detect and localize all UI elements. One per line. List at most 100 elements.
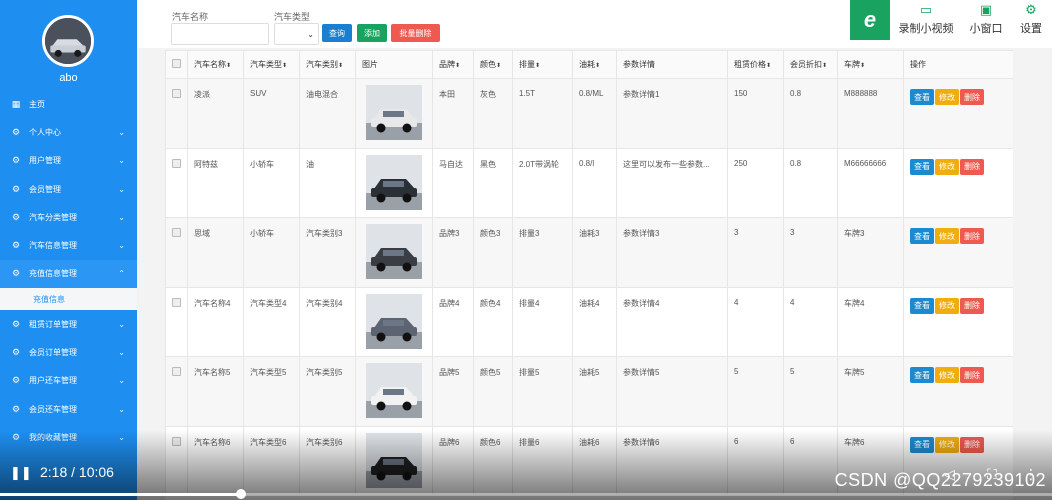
sidebar-item[interactable]: ⚙ 用户还车管理 ⌄: [0, 367, 137, 395]
add-button[interactable]: 添加: [357, 24, 387, 42]
sidebar-item[interactable]: ⚙ 个人中心 ⌄: [0, 118, 137, 146]
row-checkbox[interactable]: [172, 89, 181, 98]
sort-icon[interactable]: ⬍: [766, 63, 771, 69]
column-header: 汽车类型⬍: [243, 50, 300, 79]
sidebar-item[interactable]: ⚙ 会员还车管理 ⌄: [0, 395, 137, 423]
query-button[interactable]: 查询: [322, 24, 352, 42]
mini-window-button[interactable]: ▣ 小窗口: [962, 0, 1010, 40]
edit-button[interactable]: 修改: [935, 228, 959, 244]
column-header-label: 颜色: [480, 60, 496, 69]
batch-delete-button[interactable]: 批量删除: [391, 24, 440, 42]
avatar[interactable]: [42, 15, 94, 67]
sidebar-item[interactable]: ⚙ 租赁订单管理 ⌄: [0, 310, 137, 338]
row-checkbox[interactable]: [172, 158, 181, 168]
mini-window-label: 小窗口: [969, 23, 1003, 35]
settings-icon: ⚙: [11, 240, 21, 251]
view-button[interactable]: 查看: [910, 158, 934, 175]
view-button[interactable]: 查看: [910, 228, 934, 244]
sidebar-item[interactable]: ⚙ 汽车分类管理 ⌄: [0, 203, 137, 231]
edit-button[interactable]: 修改: [935, 367, 959, 383]
column-header: 车牌⬍: [837, 50, 904, 79]
record-video-button[interactable]: ▭ 录制小视频: [890, 0, 962, 40]
chevron-icon: ⌄: [118, 404, 125, 414]
sort-icon[interactable]: ⬍: [860, 63, 865, 69]
gear-icon: ⚙: [1025, 2, 1037, 17]
column-header-label: 汽车名称: [194, 60, 226, 69]
cell-price: 5: [727, 356, 784, 427]
delete-button[interactable]: 删除: [960, 228, 984, 244]
video-progress-handle[interactable]: [235, 489, 246, 499]
watermark: CSDN @QQ2279239102: [834, 470, 1046, 490]
view-button[interactable]: 查看: [910, 367, 934, 383]
chevron-icon: ⌄: [118, 184, 125, 194]
pause-icon[interactable]: ❚❚: [10, 465, 32, 481]
delete-button[interactable]: 删除: [960, 367, 984, 383]
calendar-icon: ▣: [979, 2, 993, 17]
chevron-icon: ⌃: [118, 269, 125, 279]
sort-icon[interactable]: ⬍: [226, 63, 231, 69]
car-thumbnail[interactable]: [366, 363, 422, 418]
sort-icon[interactable]: ⬍: [496, 63, 501, 69]
home-icon: ▦: [11, 98, 21, 109]
sort-icon[interactable]: ⬍: [455, 63, 460, 69]
column-header-label: 图片: [362, 60, 378, 69]
cell-category: 汽车类别4: [299, 286, 356, 357]
sidebar-item[interactable]: ▦ 主页: [0, 90, 137, 118]
row-checkbox-cell: [165, 356, 188, 427]
video-progress-fill: [0, 493, 241, 496]
username: abo: [59, 72, 78, 84]
sort-icon[interactable]: ⬍: [282, 63, 287, 69]
row-checkbox[interactable]: [172, 367, 181, 376]
select-all-checkbox[interactable]: [172, 59, 181, 68]
video-progress-bar[interactable]: [0, 493, 1052, 496]
sort-icon[interactable]: ⬍: [338, 63, 343, 69]
select-all-checkbox-cell[interactable]: [165, 50, 188, 79]
row-checkbox[interactable]: [172, 297, 181, 307]
car-thumbnail[interactable]: [366, 224, 422, 279]
sidebar-item[interactable]: ⚙ 会员订单管理 ⌄: [0, 338, 137, 366]
sidebar-item[interactable]: ⚙ 汽车信息管理 ⌄: [0, 231, 137, 259]
chevron-icon: ⌄: [118, 127, 125, 137]
car-thumbnail[interactable]: [366, 154, 422, 210]
sidebar-item[interactable]: ⚙ 用户管理 ⌄: [0, 147, 137, 175]
cell-brand: 马自达: [432, 147, 474, 218]
sort-icon[interactable]: ⬍: [595, 63, 600, 69]
sidebar-item-label: 会员订单管理: [29, 348, 77, 358]
row-checkbox[interactable]: [172, 228, 181, 237]
cell-displacement: 排量4: [512, 286, 573, 357]
delete-button[interactable]: 删除: [960, 158, 984, 175]
cell-color: 黑色: [473, 147, 513, 218]
edit-button[interactable]: 修改: [935, 89, 959, 105]
delete-button[interactable]: 删除: [960, 89, 984, 105]
row-checkbox-cell: [165, 147, 188, 218]
edit-button[interactable]: 修改: [935, 297, 959, 314]
cell-plate: 车牌3: [837, 217, 904, 288]
submenu-item-recharge-info[interactable]: 充值信息: [0, 288, 137, 311]
car-name-input[interactable]: [171, 23, 269, 45]
column-header-label: 租赁价格: [734, 60, 766, 69]
car-type-label: 汽车类型: [274, 12, 311, 22]
view-button[interactable]: 查看: [910, 89, 934, 105]
car-type-select[interactable]: ⌄: [274, 23, 319, 45]
car-thumbnail[interactable]: [366, 293, 422, 349]
sidebar-item[interactable]: ⚙ 充值信息管理 ⌃: [0, 259, 137, 289]
sidebar-item-label: 汽车分类管理: [29, 212, 77, 222]
delete-button[interactable]: 删除: [960, 297, 984, 314]
avatar-car-image: [45, 18, 91, 64]
sidebar-item[interactable]: ⚙ 会员管理 ⌄: [0, 175, 137, 203]
sort-icon[interactable]: ⬍: [822, 63, 827, 69]
sidebar: abo ▦ 主页 ⚙ 个人中心 ⌄ ⚙ 用户管理 ⌄ ⚙ 会员管理 ⌄ ⚙ 汽车分类管理 ⌄ ⚙ 汽车信息管理…: [0, 0, 137, 500]
cell-detail: 参数详情5: [616, 356, 728, 427]
video-time: 2:18 / 10:06: [40, 464, 114, 480]
cell-type: SUV: [243, 78, 300, 149]
settings-button[interactable]: ⚙ 设置: [1010, 0, 1052, 40]
sort-icon[interactable]: ⬍: [535, 63, 540, 69]
cell-detail: 参数详情1: [616, 78, 728, 149]
view-button[interactable]: 查看: [910, 297, 934, 314]
settings-icon: ⚙: [11, 126, 21, 137]
car-thumbnail[interactable]: [366, 85, 422, 140]
cell-plate: M888888: [837, 78, 904, 149]
browser-logo-icon: e: [850, 0, 890, 40]
edit-button[interactable]: 修改: [935, 158, 959, 175]
chevron-icon: ⌄: [118, 156, 125, 166]
